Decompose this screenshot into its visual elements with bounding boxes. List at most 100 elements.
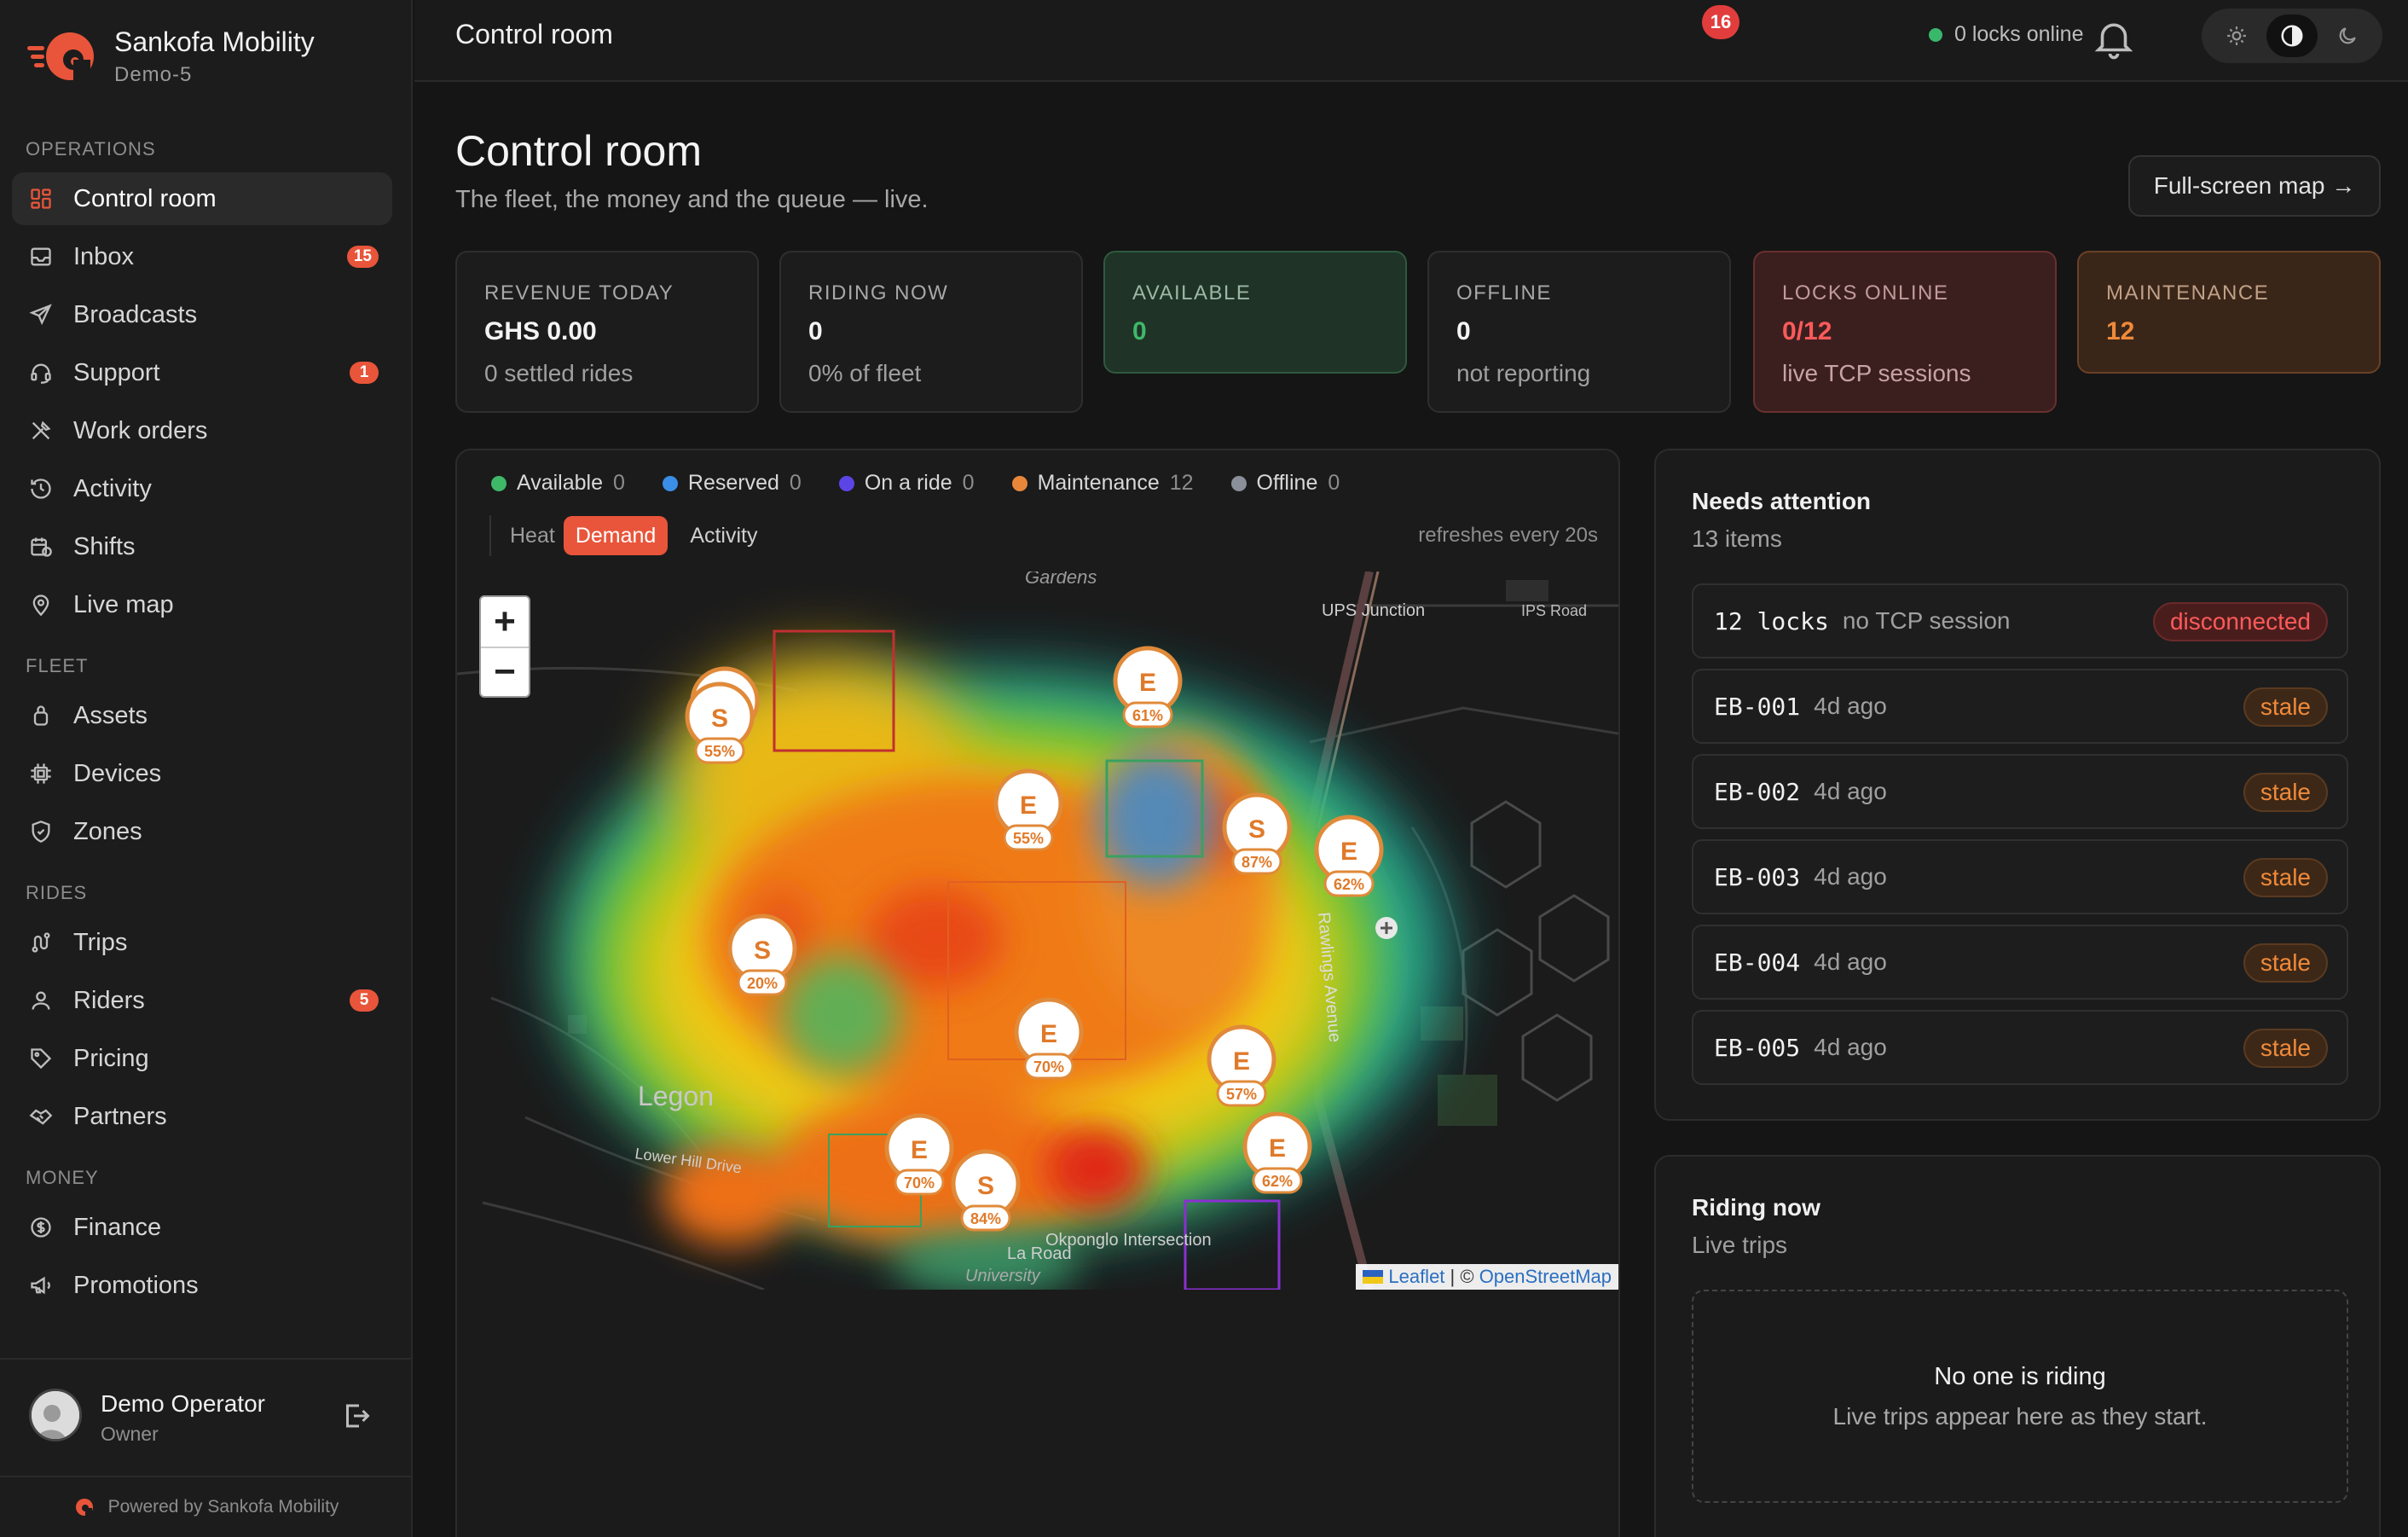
marker-battery: 70% xyxy=(904,1174,935,1192)
map-canvas[interactable]: Gardens UPS Junction IPS Road Legon Lowe… xyxy=(457,571,1618,1290)
send-icon xyxy=(27,301,55,328)
map-label-legon: Legon xyxy=(638,1081,714,1111)
logout-icon[interactable] xyxy=(341,1401,375,1435)
user-icon xyxy=(27,987,55,1014)
sidebar-item-label: Inbox xyxy=(73,242,134,270)
topbar: Control room 0 locks online xyxy=(414,0,2408,82)
user-profile: Demo Operator Owner xyxy=(0,1358,413,1474)
status-badge: stale xyxy=(2243,773,2328,812)
sidebar-item-label: Pricing xyxy=(73,1044,149,1072)
sidebar-item-activity[interactable]: Activity xyxy=(12,462,392,515)
sidebar-item-devices[interactable]: Devices xyxy=(12,747,392,800)
kpi-maintenance[interactable]: MAINTENANCE 12 xyxy=(2077,251,2381,374)
sidebar-item-pricing[interactable]: Pricing xyxy=(12,1032,392,1085)
attention-row[interactable]: EB-005 4d ago stale xyxy=(1692,1010,2348,1085)
map-marker-8[interactable]: E 57% xyxy=(1207,1024,1276,1107)
map-marker-3[interactable]: E 55% xyxy=(993,768,1063,851)
legend-label: On a ride xyxy=(864,471,952,495)
sidebar-item-label: Trips xyxy=(73,928,128,956)
sidebar-item-work-orders[interactable]: Work orders xyxy=(12,404,392,457)
sidebar-item-label: Devices xyxy=(73,759,162,787)
kpi-label: LOCKS ONLINE xyxy=(1782,281,1949,304)
bell-icon[interactable] xyxy=(2091,15,2137,61)
attention-row[interactable]: EB-002 4d ago stale xyxy=(1692,754,2348,829)
legend-item-offline[interactable]: Offline 0 xyxy=(1230,471,1340,496)
sidebar-item-support[interactable]: Support 1 xyxy=(12,346,392,399)
empty-state-title: No one is riding xyxy=(1934,1362,2106,1390)
sidebar-item-finance[interactable]: Finance xyxy=(12,1201,392,1254)
openstreetmap-link[interactable]: OpenStreetMap xyxy=(1479,1266,1612,1288)
attention-row[interactable]: EB-003 4d ago stale xyxy=(1692,839,2348,914)
riding-now-card: Riding now Live trips No one is riding L… xyxy=(1654,1155,2381,1537)
map-marker-11[interactable]: E 62% xyxy=(1242,1111,1312,1194)
sidebar-item-shifts[interactable]: Shifts xyxy=(12,520,392,573)
map-marker-9[interactable]: E 70% xyxy=(884,1113,954,1196)
sidebar-item-assets[interactable]: Assets xyxy=(12,689,392,742)
map-label-ups-junction: UPS Junction xyxy=(1322,601,1425,620)
legend-dot-icon xyxy=(491,475,506,491)
riding-empty-state: No one is riding Live trips appear here … xyxy=(1692,1290,2348,1503)
zoom-in-button[interactable]: + xyxy=(481,597,529,647)
kpi-locks-online[interactable]: LOCKS ONLINE 0/12 live TCP sessions xyxy=(1753,251,2057,413)
map-marker-4[interactable]: S 87% xyxy=(1222,792,1292,875)
tag-icon xyxy=(27,1045,55,1072)
kpi-riding-now[interactable]: RIDING NOW 0 0% of fleet xyxy=(779,251,1083,413)
attention-list: 12 locks no TCP session disconnected EB-… xyxy=(1692,583,2348,1095)
sidebar-item-riders[interactable]: Riders 5 xyxy=(12,974,392,1027)
map-marker-6[interactable]: S 20% xyxy=(727,914,797,996)
sidebar-item-promotions[interactable]: Promotions xyxy=(12,1259,392,1312)
marker-letter: E xyxy=(1233,1047,1250,1076)
legend-item-available[interactable]: Available 0 xyxy=(491,471,625,496)
nav-section-fleet: FLEET xyxy=(26,655,89,676)
marker-battery: 55% xyxy=(1013,830,1044,847)
sidebar-item-broadcasts[interactable]: Broadcasts xyxy=(12,288,392,341)
kpi-revenue-today[interactable]: REVENUE TODAY GHS 0.00 0 settled rides xyxy=(455,251,759,413)
user-role: Owner xyxy=(101,1423,159,1445)
attention-row[interactable]: EB-004 4d ago stale xyxy=(1692,925,2348,1000)
attention-row[interactable]: 12 locks no TCP session disconnected xyxy=(1692,583,2348,658)
leaflet-link[interactable]: Leaflet xyxy=(1388,1266,1444,1288)
contrast-icon[interactable] xyxy=(2266,14,2318,57)
map-marker-1[interactable]: S 55% xyxy=(685,682,755,764)
kpi-offline[interactable]: OFFLINE 0 not reporting xyxy=(1427,251,1731,413)
sidebar-item-control-room[interactable]: Control room xyxy=(12,172,392,225)
map-marker-2[interactable]: E 61% xyxy=(1113,646,1183,728)
kpi-available[interactable]: AVAILABLE 0 xyxy=(1103,251,1407,374)
kpi-label: RIDING NOW xyxy=(808,281,949,304)
map-marker-7[interactable]: E 70% xyxy=(1014,997,1084,1080)
sidebar-item-label: Shifts xyxy=(73,532,136,560)
sun-icon[interactable] xyxy=(2211,14,2262,57)
legend-item-maintenance[interactable]: Maintenance 12 xyxy=(1011,471,1194,496)
sidebar-item-label: Control room xyxy=(73,184,217,212)
heat-mode-activity[interactable]: Activity xyxy=(678,516,769,555)
legend-item-reserved[interactable]: Reserved 0 xyxy=(662,471,802,496)
avatar[interactable] xyxy=(29,1389,82,1441)
brand[interactable]: Sankofa Mobility Demo-5 xyxy=(24,22,315,90)
sidebar-item-inbox[interactable]: Inbox 15 xyxy=(12,230,392,283)
kpi-value: 0/12 xyxy=(1782,317,1832,345)
grid-icon xyxy=(27,185,55,212)
marker-battery: 62% xyxy=(1262,1173,1293,1190)
map-heatmap-svg: Gardens UPS Junction IPS Road Legon Lowe… xyxy=(457,571,1618,1290)
sidebar: Sankofa Mobility Demo-5 OPERATIONS Contr… xyxy=(0,0,413,1537)
marker-battery: 70% xyxy=(1033,1058,1064,1076)
theme-switcher xyxy=(2202,9,2382,63)
attention-id: EB-004 xyxy=(1714,948,1801,977)
sidebar-item-trips[interactable]: Trips xyxy=(12,916,392,969)
marker-letter: E xyxy=(1139,669,1156,697)
marker-battery: 62% xyxy=(1334,876,1364,893)
heat-mode-demand[interactable]: Demand xyxy=(563,516,669,555)
map-marker-10[interactable]: S 84% xyxy=(951,1149,1021,1232)
attention-row[interactable]: EB-001 4d ago stale xyxy=(1692,669,2348,744)
map-marker-5[interactable]: E 62% xyxy=(1314,815,1384,897)
full-screen-map-button[interactable]: Full-screen map → xyxy=(2128,155,2381,217)
sidebar-item-partners[interactable]: Partners xyxy=(12,1090,392,1143)
zoom-out-button[interactable]: − xyxy=(481,647,529,696)
moon-icon[interactable] xyxy=(2322,14,2373,57)
kpi-label: REVENUE TODAY xyxy=(484,281,674,304)
sidebar-item-live-map[interactable]: Live map xyxy=(12,578,392,631)
marker-letter: E xyxy=(911,1136,928,1164)
legend-item-on-a-ride[interactable]: On a ride 0 xyxy=(838,471,975,496)
needs-attention-title: Needs attention xyxy=(1692,488,1872,514)
sidebar-item-zones[interactable]: Zones xyxy=(12,805,392,858)
